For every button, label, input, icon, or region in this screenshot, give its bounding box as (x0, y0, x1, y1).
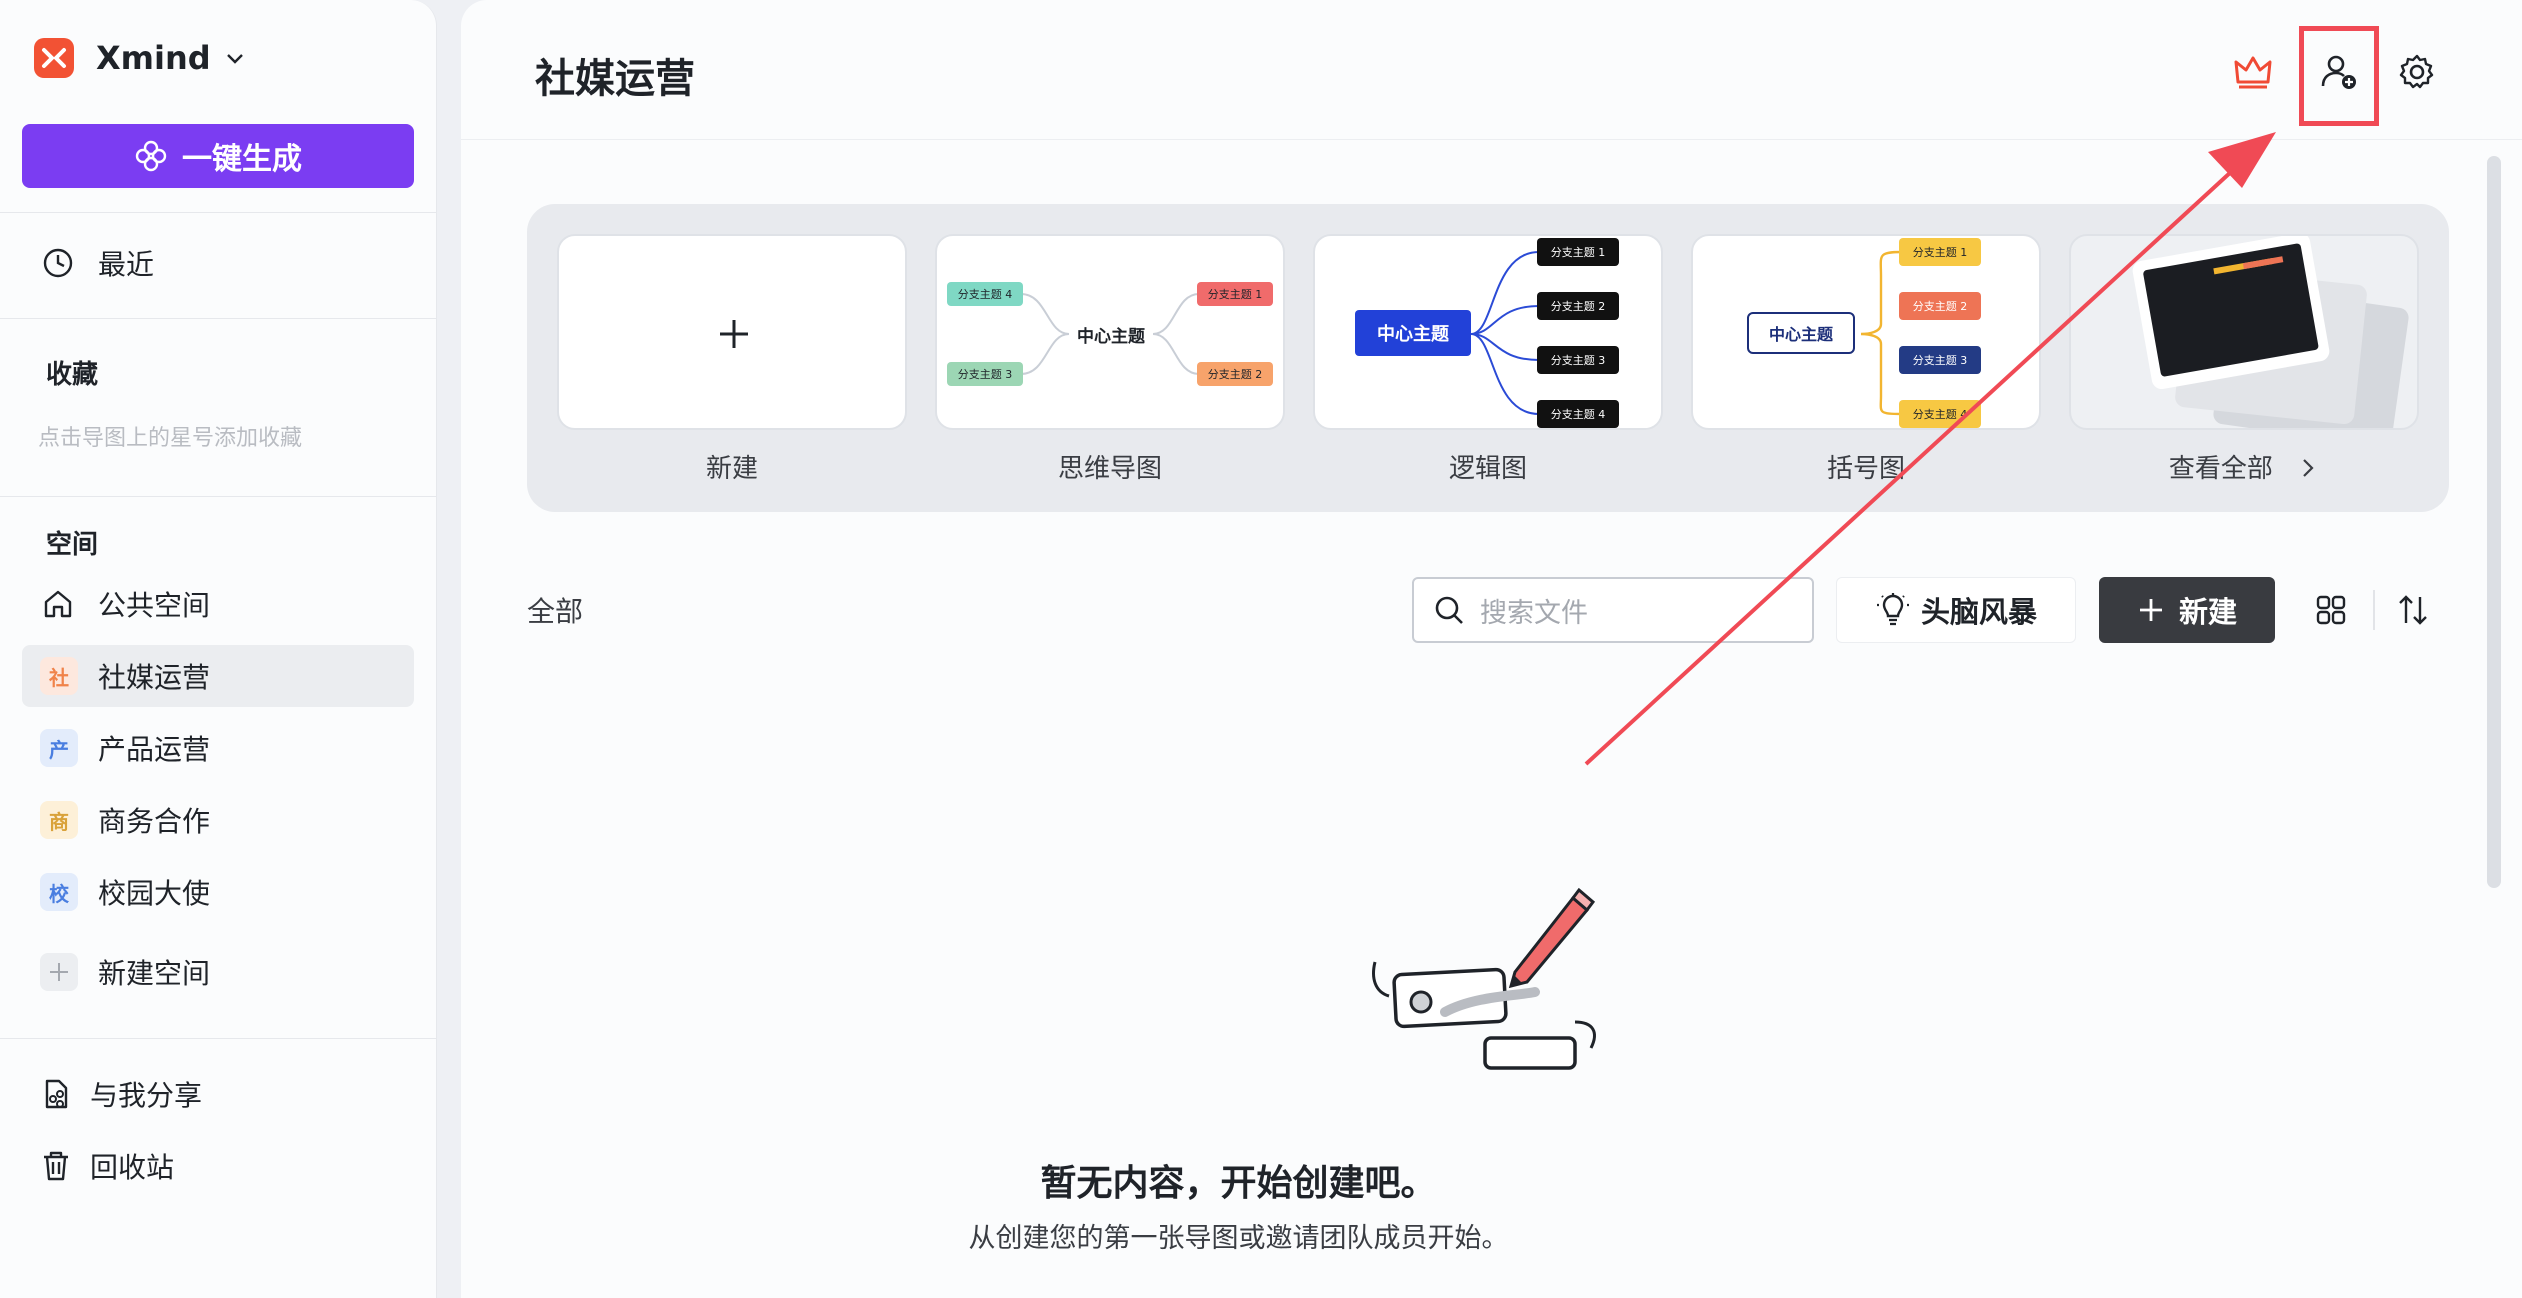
branch-node: 分支主题 1 (1899, 238, 1981, 266)
branch-node: 分支主题 3 (947, 362, 1023, 386)
sidebar-item-recent[interactable]: 最近 (22, 232, 414, 294)
search-icon (1435, 596, 1463, 624)
template-label: 括号图 (1826, 454, 1905, 484)
trash-icon (36, 1146, 76, 1186)
empty-state-subtitle: 从创建您的第一张导图或邀请团队成员开始。 (968, 1223, 1509, 1254)
ai-generate-label: 一键生成 (182, 142, 302, 177)
new-file-button[interactable]: 新建 (2099, 577, 2275, 643)
lightbulb-icon (1876, 593, 1909, 626)
new-file-label: 新建 (2178, 595, 2237, 629)
favorites-title: 收藏 (46, 360, 99, 390)
divider (2373, 590, 2375, 630)
branch-node: 分支主题 4 (1899, 400, 1981, 428)
template-stack-preview-icon (2132, 236, 2409, 428)
sidebar-item-public-space[interactable]: 公共空间 (22, 573, 414, 635)
center-node: 中心主题 (1077, 326, 1145, 347)
template-gallery: 新建 分支主题 4 分支主题 3 中心主题 分支主题 1 分支主题 2 思维导图… (527, 204, 2449, 512)
template-label: 思维导图 (1057, 454, 1162, 484)
sparkle-flower-icon (135, 140, 167, 172)
sidebar-item-label: 产品运营 (98, 733, 211, 766)
template-logic-card[interactable]: 中心主题 分支主题 1 分支主题 2 分支主题 3 分支主题 4 (1313, 234, 1663, 430)
chevron-right-icon (2303, 459, 2314, 477)
sidebar-item-space-campus[interactable]: 校 校园大使 (22, 861, 414, 923)
home-icon (38, 584, 78, 624)
sidebar: Xmind 一键生成 最近 收藏 点击导图上的星号添加收藏 空间 公共空间 社 … (0, 0, 437, 1298)
plus-icon (720, 320, 748, 348)
branch-node: 分支主题 3 (1899, 346, 1981, 374)
branch-node: 分支主题 1 (1537, 238, 1619, 266)
sort-icon[interactable] (2391, 588, 2435, 632)
main-panel: 社媒运营 新建 分支主题 4 分支主题 3 中心主题 分支主题 1 分支主题 2… (461, 0, 2522, 1298)
template-label: 查看全部 (2168, 454, 2273, 484)
sidebar-item-label: 公共空间 (98, 589, 211, 622)
space-badge: 校 (40, 873, 78, 911)
topbar: 社媒运营 (461, 0, 2522, 140)
space-badge: 商 (40, 801, 78, 839)
chevron-down-icon (226, 54, 243, 64)
sidebar-item-space-business[interactable]: 商 商务合作 (22, 789, 414, 851)
section-title-all: 全部 (527, 595, 584, 628)
sidebar-item-label: 与我分享 (90, 1079, 203, 1112)
shared-file-icon (36, 1074, 76, 1114)
clock-icon (38, 243, 78, 283)
divider (0, 1038, 437, 1039)
app-name: Xmind (96, 39, 211, 77)
favorites-hint: 点击导图上的星号添加收藏 (38, 426, 303, 451)
highlight-box (2299, 26, 2379, 126)
template-brace-card[interactable]: 中心主题 分支主题 1 分支主题 2 分支主题 3 分支主题 4 (1691, 234, 2041, 430)
branch-node: 分支主题 3 (1537, 346, 1619, 374)
template-view-all-card[interactable] (2069, 234, 2419, 430)
divider (0, 496, 437, 497)
gear-icon[interactable] (2393, 48, 2441, 96)
template-label: 新建 (705, 454, 758, 484)
sidebar-item-space-social[interactable]: 社 社媒运营 (22, 645, 414, 707)
branch-node: 分支主题 4 (947, 282, 1023, 306)
brace-preview-icon (1860, 250, 1902, 416)
branch-node: 分支主题 2 (1899, 292, 1981, 320)
sidebar-item-label: 商务合作 (98, 805, 211, 838)
brainstorm-button[interactable]: 头脑风暴 (1836, 577, 2076, 643)
grid-view-icon[interactable] (2309, 588, 2353, 632)
sidebar-item-label: 校园大使 (98, 877, 211, 910)
template-new-card[interactable] (557, 234, 907, 430)
sidebar-item-shared[interactable]: 与我分享 (22, 1063, 414, 1125)
sidebar-item-space-product[interactable]: 产 产品运营 (22, 717, 414, 779)
sidebar-item-label: 社媒运营 (98, 661, 211, 694)
branch-node: 分支主题 4 (1537, 400, 1619, 428)
divider (0, 212, 437, 213)
brainstorm-label: 头脑风暴 (1920, 595, 2037, 629)
xmind-logo-icon (34, 38, 74, 78)
template-mindmap-card[interactable]: 分支主题 4 分支主题 3 中心主题 分支主题 1 分支主题 2 (935, 234, 1285, 430)
workspace-switcher[interactable]: Xmind (34, 38, 247, 78)
divider (0, 318, 437, 319)
search-input[interactable]: 搜索文件 (1412, 577, 1814, 643)
sidebar-item-label: 最近 (98, 248, 155, 281)
empty-state-title: 暂无内容，开始创建吧。 (1040, 1163, 1437, 1204)
page-title: 社媒运营 (535, 56, 695, 102)
center-node: 中心主题 (1355, 310, 1471, 356)
branch-node: 分支主题 2 (1197, 362, 1273, 386)
sidebar-item-label: 回收站 (90, 1151, 175, 1184)
spaces-title: 空间 (46, 530, 99, 560)
sidebar-item-new-space[interactable]: 新建空间 (22, 941, 414, 1003)
empty-state-illustration-icon (1372, 887, 1596, 1070)
plus-icon (40, 953, 78, 991)
sidebar-item-trash[interactable]: 回收站 (22, 1135, 414, 1197)
template-label: 逻辑图 (1448, 454, 1527, 484)
crown-icon[interactable] (2229, 48, 2277, 96)
scrollbar[interactable] (2487, 156, 2501, 888)
ai-generate-button[interactable]: 一键生成 (22, 124, 414, 188)
space-badge: 社 (40, 657, 78, 695)
space-badge: 产 (40, 729, 78, 767)
sidebar-item-label: 新建空间 (98, 957, 211, 990)
branch-node: 分支主题 2 (1537, 292, 1619, 320)
plus-icon (2139, 599, 2162, 621)
search-placeholder: 搜索文件 (1480, 597, 1588, 629)
center-node: 中心主题 (1747, 312, 1855, 354)
view-all-link[interactable]: 查看全部 (2069, 448, 2419, 485)
branch-node: 分支主题 1 (1197, 282, 1273, 306)
